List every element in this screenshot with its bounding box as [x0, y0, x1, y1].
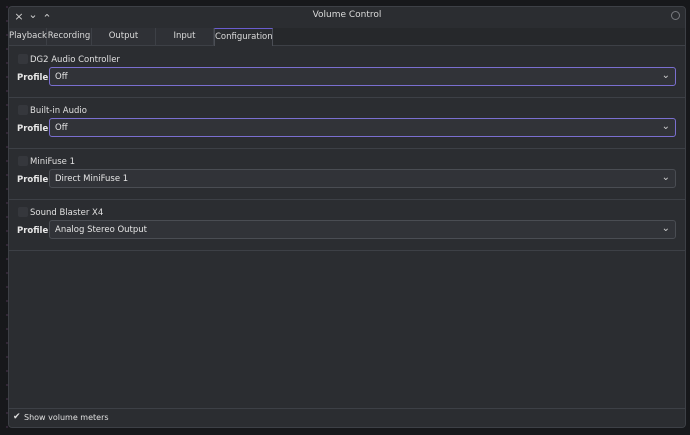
device-name: DG2 Audio Controller — [30, 55, 120, 65]
audio-card-icon — [18, 207, 28, 217]
window-title: Volume Control — [312, 10, 382, 20]
footer-bar: ✔ Show volume meters — [9, 408, 685, 427]
profile-label: Profile: — [17, 175, 52, 185]
chevron-down-icon: ⌄ — [661, 172, 670, 183]
device-name: Built-in Audio — [30, 106, 87, 116]
pin-icon[interactable] — [671, 11, 680, 20]
chevron-down-icon: ⌄ — [661, 223, 670, 234]
audio-card-icon — [18, 54, 28, 64]
chevron-down-icon: ⌄ — [661, 121, 670, 132]
tab-playback[interactable]: Playback — [9, 28, 47, 45]
profile-select[interactable]: Direct MiniFuse 1 ⌄ — [49, 169, 676, 188]
profile-select[interactable]: Analog Stereo Output ⌄ — [49, 220, 676, 239]
chevron-down-icon: ⌄ — [661, 70, 670, 81]
audio-card-icon — [18, 156, 28, 166]
show-meters-checkbox[interactable]: ✔ — [13, 412, 21, 422]
device-name: MiniFuse 1 — [30, 157, 76, 167]
profile-label: Profile: — [17, 73, 52, 83]
tab-output-devices[interactable]: Output Devices — [92, 28, 156, 58]
profile-value: Analog Stereo Output — [55, 225, 147, 235]
show-meters-label[interactable]: Show volume meters — [24, 413, 109, 422]
tab-bar: Playback Recording Output Devices Input … — [9, 28, 685, 58]
profile-label: Profile: — [17, 226, 52, 236]
profile-select[interactable]: Off ⌄ — [49, 118, 676, 137]
volume-control-window: × ⌄ ⌃ Volume Control Playback Recording … — [8, 6, 686, 428]
profile-label: Profile: — [17, 124, 52, 134]
tab-configuration[interactable]: Configuration — [214, 28, 273, 46]
tab-input-devices[interactable]: Input Devices — [156, 28, 214, 58]
titlebar: × ⌄ ⌃ Volume Control — [9, 7, 685, 27]
device-card: MiniFuse 1 Profile: Direct MiniFuse 1 ⌄ — [9, 148, 685, 200]
tab-recording[interactable]: Recording — [47, 28, 92, 45]
device-card: DG2 Audio Controller Profile: Off ⌄ — [9, 46, 685, 98]
device-name: Sound Blaster X4 — [30, 208, 104, 218]
device-card: Sound Blaster X4 Profile: Analog Stereo … — [9, 199, 685, 251]
device-card: Built-in Audio Profile: Off ⌄ — [9, 97, 685, 149]
profile-value: Direct MiniFuse 1 — [55, 174, 129, 184]
configuration-panel: DG2 Audio Controller Profile: Off ⌄ Buil… — [9, 46, 685, 409]
profile-value: Off — [55, 123, 68, 133]
audio-card-icon — [18, 105, 28, 115]
profile-value: Off — [55, 72, 68, 82]
profile-select[interactable]: Off ⌄ — [49, 67, 676, 86]
